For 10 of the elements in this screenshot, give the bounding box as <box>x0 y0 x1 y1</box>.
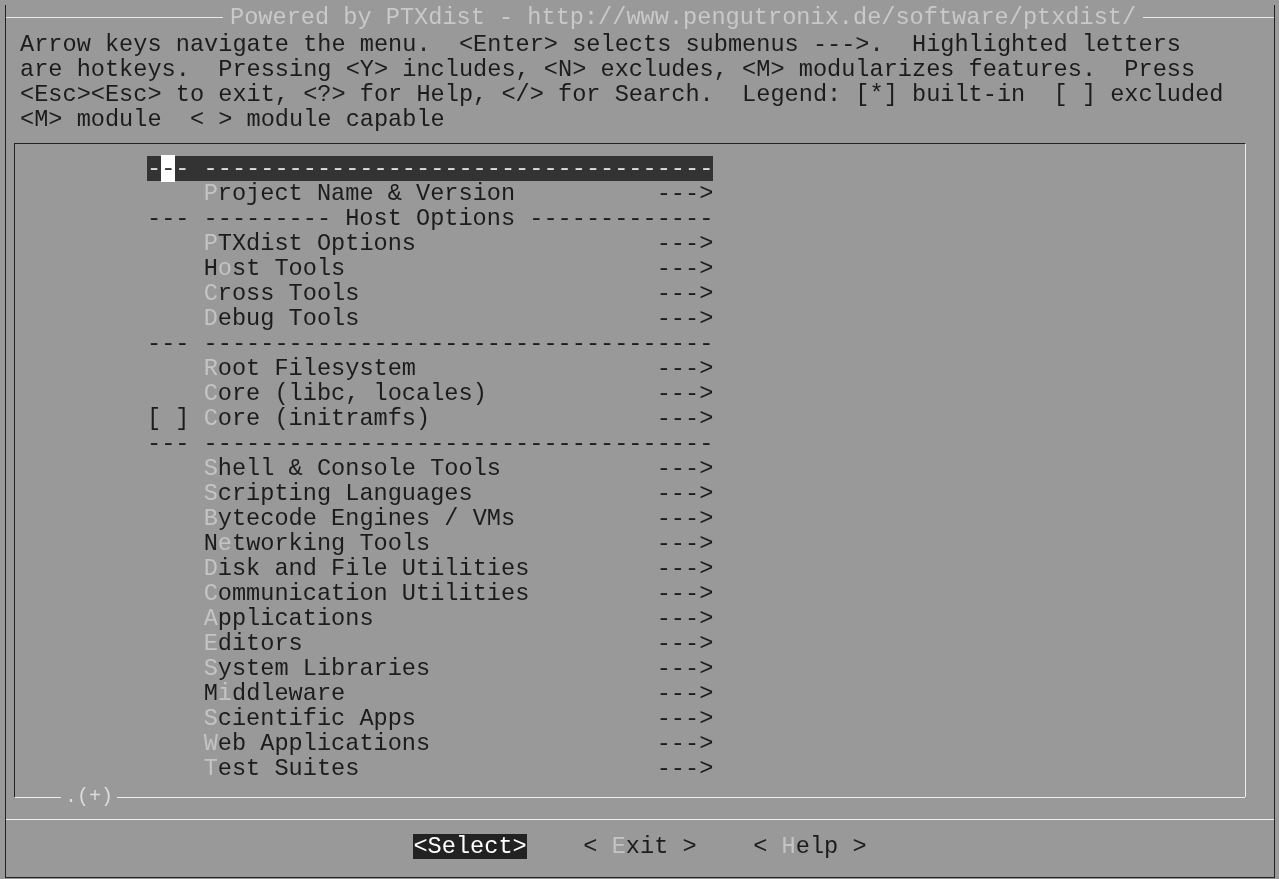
help-text: <M> module < > module capable <box>20 107 446 132</box>
menu-separator[interactable]: --- --------- Host Options ------------- <box>147 206 714 231</box>
menu-separator[interactable]: --- ------------------------------------ <box>147 431 714 456</box>
help-text: are hotkeys. Pressing <Y> includes, <N> excludes, <M> modularizes features. Press <box>20 57 1197 82</box>
menu-separator[interactable]: --- ------------------------------------ <box>147 331 714 356</box>
more-indicator: .(+) <box>64 789 114 805</box>
help-text: Arrow keys navigate the menu. <Enter> selects submenus --->. Highlighted letters <box>20 32 1182 57</box>
menu-separator[interactable]: --- ------------------------------------ <box>147 156 714 181</box>
menu-button[interactable]: <Select> <box>413 833 527 859</box>
help-text: <Esc><Esc> to exit, <?> for Help, </> for Search. Legend: [*] built-in [ ] excluded <box>20 82 1225 107</box>
